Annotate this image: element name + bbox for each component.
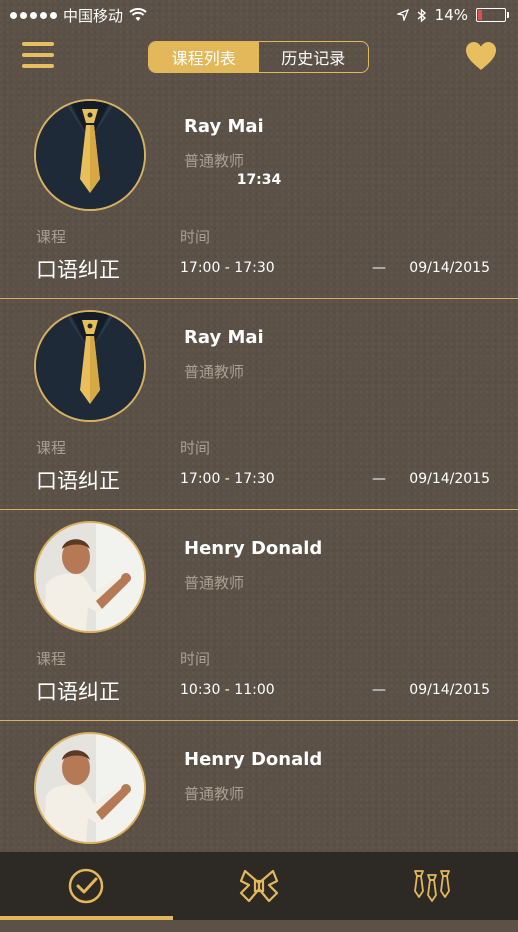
tab-courses[interactable]	[0, 852, 173, 920]
teacher-list: Ray Mai 普通教师 课程 时间 口语纠正 17:00 - 17:30 — …	[0, 88, 518, 932]
teacher-name: Henry Donald	[184, 538, 323, 559]
carrier-label: 中国移动	[63, 6, 124, 25]
status-left: 中国移动	[10, 5, 147, 26]
bow-icon	[239, 869, 279, 903]
avatar	[34, 99, 146, 211]
avatar	[34, 732, 146, 844]
check-circle-icon	[69, 868, 104, 904]
heart-icon[interactable]	[464, 40, 498, 72]
course-name: 口语纠正	[36, 258, 120, 282]
course-date: 09/14/2015	[409, 260, 490, 276]
tab-course-list[interactable]: 课程列表	[149, 42, 259, 72]
person-photo-icon	[36, 523, 144, 631]
dash-separator: —	[372, 260, 386, 276]
teacher-role: 普通教师	[184, 152, 245, 170]
course-label: 课程	[36, 650, 67, 668]
tab-bow[interactable]	[173, 852, 346, 920]
course-label: 课程	[36, 439, 67, 457]
battery-icon	[476, 8, 509, 22]
course-name: 口语纠正	[36, 680, 120, 704]
ties-group-icon	[413, 870, 450, 902]
signal-icon	[10, 11, 57, 19]
tab-bar	[0, 852, 518, 920]
teacher-name: Ray Mai	[184, 327, 264, 348]
course-name: 口语纠正	[36, 469, 120, 493]
person-photo-icon	[36, 734, 144, 842]
menu-button[interactable]	[22, 42, 54, 70]
time-label: 时间	[180, 650, 211, 668]
avatar	[34, 310, 146, 422]
segmented-control: 课程列表 历史记录	[148, 41, 369, 73]
dash-separator: —	[372, 471, 386, 487]
status-bar: 中国移动 17:34 14%	[0, 0, 518, 188]
course-date: 09/14/2015	[409, 682, 490, 698]
teacher-role: 普通教师	[184, 574, 245, 592]
list-item[interactable]: Henry Donald 普通教师 课程 时间 口语纠正 10:30 - 11:…	[0, 510, 518, 721]
wifi-icon	[129, 8, 147, 21]
course-date: 09/14/2015	[409, 471, 490, 487]
time-label: 时间	[180, 228, 211, 246]
status-right: 14%	[396, 6, 509, 24]
avatar	[34, 521, 146, 633]
teacher-name: Ray Mai	[184, 116, 264, 137]
list-item[interactable]: Ray Mai 普通教师 课程 时间 口语纠正 17:00 - 17:30 — …	[0, 88, 518, 299]
time-range: 10:30 - 11:00	[180, 682, 275, 698]
menu-icon	[22, 42, 54, 46]
teacher-role: 普通教师	[184, 785, 245, 803]
time-label: 时间	[180, 439, 211, 457]
teacher-name: Henry Donald	[184, 749, 323, 770]
nav-header: 课程列表 历史记录	[0, 38, 518, 78]
time-range: 17:00 - 17:30	[180, 471, 275, 487]
tie-avatar-icon	[36, 312, 144, 420]
tie-avatar-icon	[36, 101, 144, 209]
course-label: 课程	[36, 228, 67, 246]
dash-separator: —	[372, 682, 386, 698]
bluetooth-icon	[417, 7, 426, 23]
battery-percent: 14%	[434, 6, 468, 24]
location-arrow-icon	[396, 9, 409, 21]
list-item[interactable]: Ray Mai 普通教师 课程 时间 口语纠正 17:00 - 17:30 — …	[0, 299, 518, 510]
tab-history[interactable]: 历史记录	[259, 42, 369, 72]
teacher-role: 普通教师	[184, 363, 245, 381]
time-range: 17:00 - 17:30	[180, 260, 275, 276]
tab-ties[interactable]	[345, 852, 518, 920]
